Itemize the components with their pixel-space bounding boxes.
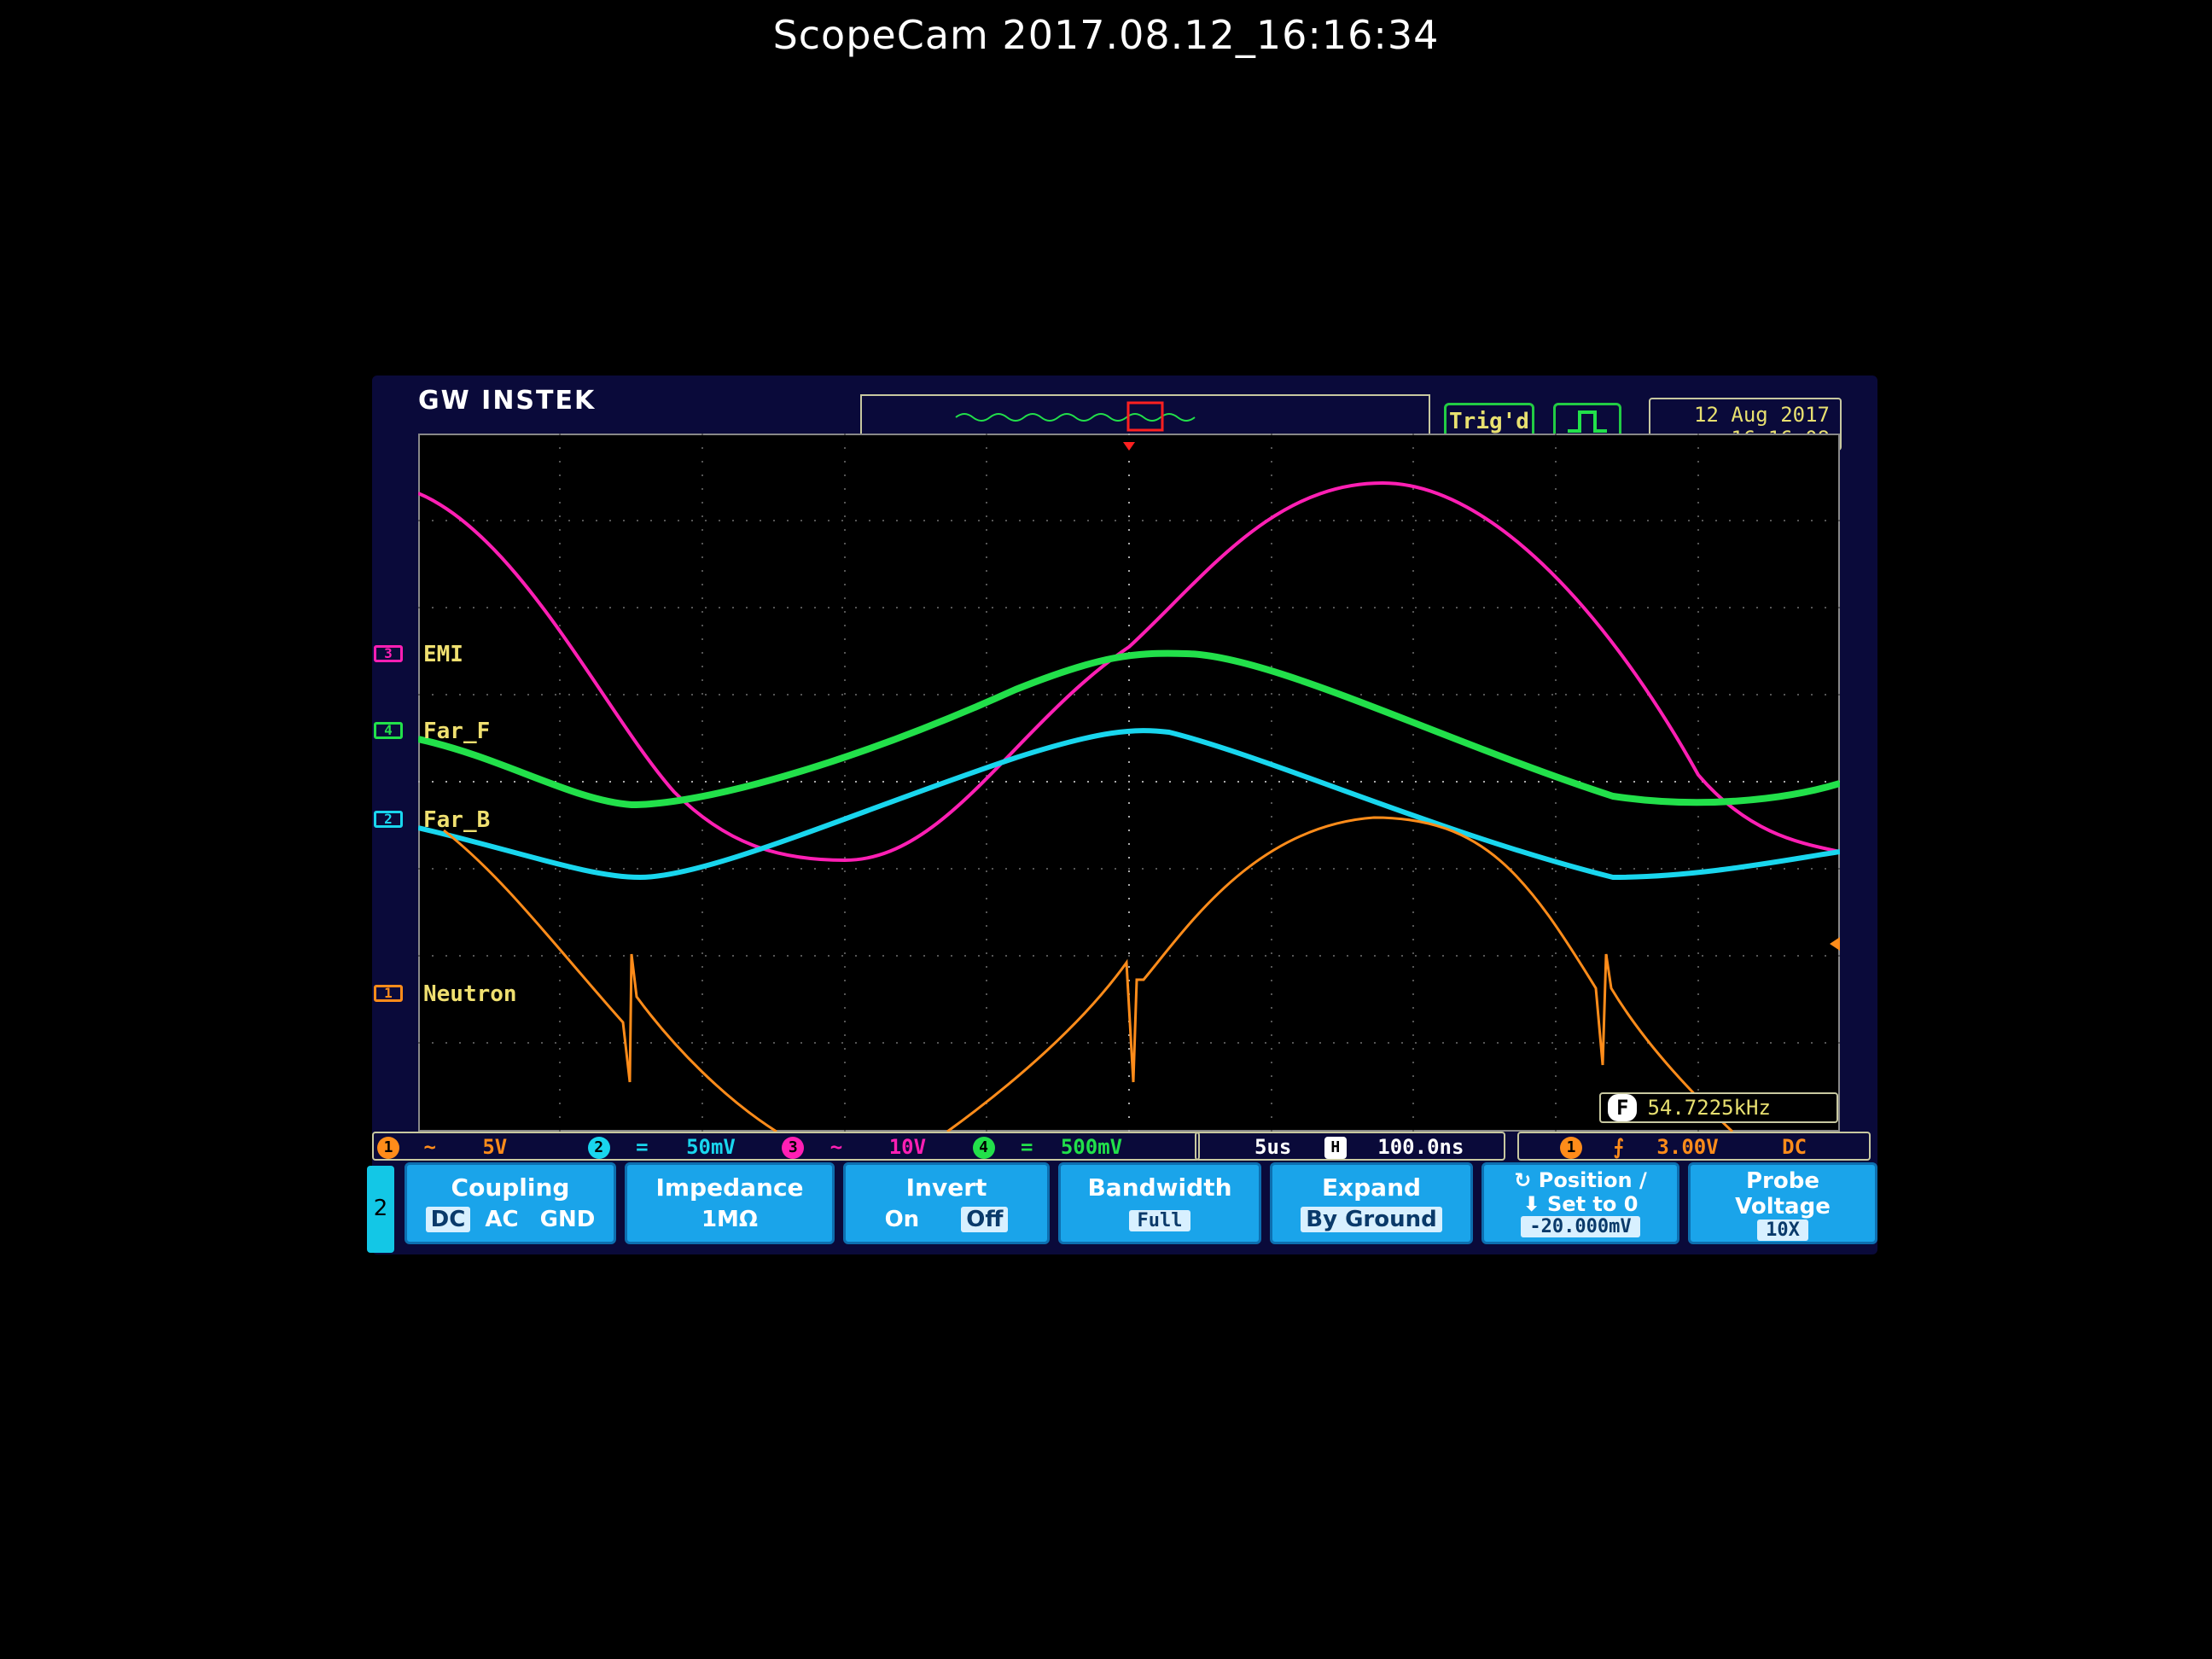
ch2-marker[interactable]: 2 — [374, 811, 403, 828]
ch1-scale: 5V — [482, 1135, 508, 1159]
ch3-icon: 3 — [782, 1137, 805, 1159]
trigger-coupling: DC — [1782, 1135, 1807, 1159]
expand-title: Expand — [1321, 1173, 1422, 1202]
invert-title: Invert — [905, 1173, 987, 1202]
trigger-level: 3.00V — [1656, 1135, 1719, 1159]
overview-window[interactable] — [1126, 401, 1164, 432]
coupling-title: Coupling — [451, 1173, 570, 1202]
camera-title: ScopeCam 2017.08.12_16:16:34 — [772, 12, 1440, 58]
ch4-scale: 500mV — [1060, 1135, 1123, 1159]
set-to-zero-label: Set to 0 — [1547, 1192, 1639, 1216]
impedance-title: Impedance — [655, 1173, 804, 1202]
timebase-box: 5us H 100.0ns — [1195, 1132, 1505, 1161]
ch1-ac-icon: ~ — [423, 1135, 436, 1159]
expand-button[interactable]: Expand By Ground — [1270, 1162, 1473, 1244]
status-bar: 1 ~ 5V 2 = 50mV 3 ~ 10V 4 = 500mV 5us H … — [372, 1132, 1877, 1162]
expand-value: By Ground — [1301, 1207, 1442, 1232]
position-value: -20.000mV — [1521, 1216, 1640, 1237]
soft-menu-bar: 2 Coupling DC AC GND Impedance 1MΩ Inver… — [367, 1162, 1877, 1253]
date-text: 12 Aug 2017 — [1694, 403, 1830, 427]
probe-title-2: Voltage — [1735, 1194, 1831, 1220]
timebase-value: 5us — [1254, 1135, 1292, 1159]
trigger-point-marker — [1123, 442, 1135, 451]
coupling-option-ac[interactable]: AC — [485, 1207, 518, 1232]
bandwidth-value: Full — [1128, 1210, 1191, 1231]
invert-off[interactable]: Off — [961, 1207, 1009, 1232]
ch4-icon: 4 — [972, 1137, 995, 1159]
position-rotate-icon: ↻ — [1514, 1168, 1539, 1192]
ch1-icon: 1 — [377, 1137, 399, 1159]
coupling-button[interactable]: Coupling DC AC GND — [405, 1162, 616, 1244]
trigger-box: 1 ⨍ 3.00V DC — [1517, 1132, 1871, 1161]
probe-value: 10X — [1757, 1220, 1808, 1241]
bandwidth-title: Bandwidth — [1087, 1173, 1232, 1202]
probe-title: Probe — [1746, 1168, 1819, 1194]
trigger-edge-small-icon: ⨍ — [1613, 1135, 1624, 1159]
ch4-dc-icon: = — [1020, 1135, 1033, 1159]
coupling-option-dc[interactable]: DC — [425, 1207, 471, 1232]
ch2-dc-icon: = — [636, 1135, 649, 1159]
h-position-icon: H — [1324, 1137, 1347, 1159]
trigger-level-marker — [1830, 937, 1840, 951]
menu-channel-tab[interactable]: 2 — [367, 1166, 394, 1253]
impedance-button[interactable]: Impedance 1MΩ — [625, 1162, 835, 1244]
frequency-icon: F — [1608, 1094, 1638, 1121]
brand-logo: GW INSTEK — [418, 386, 597, 416]
trace-neutron — [443, 816, 1734, 1132]
ch2-label: Far_B — [423, 807, 491, 833]
ch4-label: Far_F — [423, 719, 491, 744]
overview-wave — [955, 401, 1196, 432]
ch3-scale: 10V — [888, 1135, 927, 1159]
frequency-readout: F 54.7225kHz — [1599, 1092, 1838, 1123]
ch1-label: Neutron — [423, 981, 517, 1007]
ch1-marker[interactable]: 1 — [374, 985, 403, 1002]
position-button[interactable]: ↻ Position / ⬇ Set to 0 -20.000mV — [1481, 1162, 1679, 1244]
ch3-ac-icon: ~ — [830, 1135, 843, 1159]
frequency-value: 54.7225kHz — [1647, 1096, 1771, 1120]
ch2-scale: 50mV — [686, 1135, 736, 1159]
trigger-source-icon: 1 — [1560, 1137, 1582, 1159]
waveform-plot — [418, 434, 1840, 1132]
position-title: Position / — [1538, 1168, 1647, 1192]
channel-scales: 1 ~ 5V 2 = 50mV 3 ~ 10V 4 = 500mV — [372, 1132, 1200, 1161]
h-position-value: 100.0ns — [1377, 1135, 1464, 1159]
coupling-option-gnd[interactable]: GND — [540, 1207, 596, 1232]
ch3-marker[interactable]: 3 — [374, 645, 403, 662]
ch4-marker[interactable]: 4 — [374, 722, 403, 739]
ch3-label: EMI — [423, 642, 463, 667]
bandwidth-button[interactable]: Bandwidth Full — [1058, 1162, 1261, 1244]
impedance-value: 1MΩ — [701, 1207, 759, 1232]
set-to-zero-icon: ⬇ — [1522, 1192, 1548, 1216]
probe-button[interactable]: Probe Voltage 10X — [1688, 1162, 1877, 1244]
invert-button[interactable]: Invert On Off — [843, 1162, 1050, 1244]
invert-on[interactable]: On — [885, 1207, 920, 1232]
ch2-icon: 2 — [587, 1137, 610, 1159]
